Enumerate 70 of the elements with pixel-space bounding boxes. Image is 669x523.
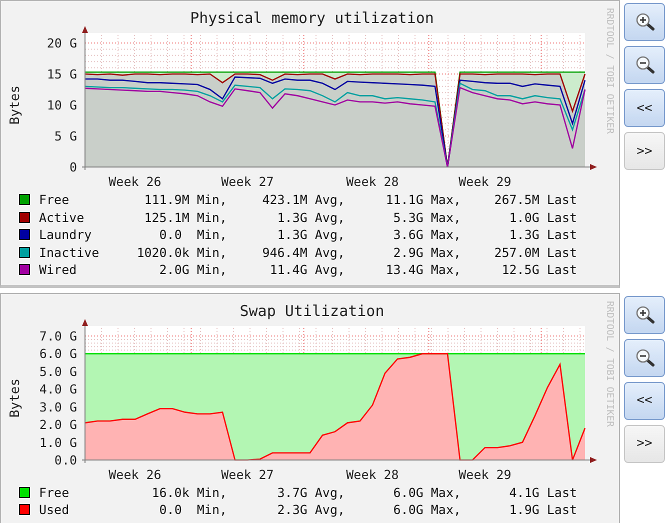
legend-avg: 2.3G Avg,: [276, 502, 345, 518]
legend-max: 6.0G Max,: [392, 502, 461, 518]
zoom-in-button[interactable]: [624, 3, 665, 41]
y-tick-label: 6.0 G: [39, 346, 77, 361]
chart-title: Swap Utilization: [240, 302, 384, 320]
legend-min: 0.0 Min,: [158, 502, 227, 518]
x-tick-label: Week 26: [108, 174, 162, 189]
x-tick-label: Week 26: [108, 466, 162, 482]
legend-avg: 1.3G Avg,: [276, 227, 345, 242]
legend-label: Free: [38, 484, 70, 500]
legend-min: 1020.0k Min,: [136, 244, 227, 260]
zoom-out-button[interactable]: [624, 46, 665, 84]
zoom-in-icon: [634, 12, 654, 32]
legend-last: 257.0M Last: [493, 244, 577, 260]
legend-last: 1.3G Last: [508, 227, 577, 242]
y-axis-title: Bytes: [8, 85, 23, 125]
legend-avg: 1.3G Avg,: [276, 210, 345, 225]
legend-avg: 946.4M Avg,: [261, 244, 345, 260]
x-tick-label: Week 27: [221, 174, 274, 189]
legend-last: 1.9G Last: [508, 502, 577, 518]
legend-max: 13.4G Max,: [384, 262, 461, 278]
zoom-out-icon: [634, 348, 654, 368]
zoom-in-icon: [634, 304, 654, 324]
y-tick-label: 4.0 G: [39, 381, 77, 396]
legend-max: 2.9G Max,: [392, 244, 461, 260]
y-tick-label: 7.0 G: [39, 328, 77, 343]
legend-max: 6.0G Max,: [392, 484, 461, 500]
legend-label: Wired: [38, 262, 78, 278]
x-tick-label: Week 28: [346, 174, 399, 189]
legend-min: 2.0G Min,: [158, 262, 227, 278]
zoom-out-button[interactable]: [624, 338, 665, 376]
y-tick-label: 20 G: [46, 36, 77, 50]
legend-last: 12.5G Last: [500, 262, 577, 278]
y-tick-label: 5 G: [54, 128, 77, 144]
legend-avg: 3.7G Avg,: [276, 484, 345, 500]
zoom-out-icon: [634, 55, 654, 75]
legend-label: Used: [38, 502, 70, 518]
y-axis-title: Bytes: [8, 378, 23, 418]
legend-avg: 423.1M Avg,: [261, 192, 345, 208]
y-tick-label: 5.0 G: [39, 363, 77, 378]
y-tick-label: 1.0 G: [39, 434, 77, 450]
navigation-button[interactable]: <<: [624, 382, 665, 420]
zoom-in-button[interactable]: [624, 296, 665, 334]
y-tick-label: 15 G: [46, 66, 77, 82]
y-tick-label: 3.0 G: [39, 398, 77, 414]
legend-label: Active: [38, 210, 86, 225]
navigation-button[interactable]: <<: [624, 89, 665, 127]
legend-min: 16.0k Min,: [150, 484, 227, 500]
legend-min: 111.9M Min,: [143, 192, 227, 208]
y-tick-label: 10 G: [46, 98, 77, 112]
legend-max: 3.6G Max,: [392, 227, 461, 242]
x-tick-label: Week 27: [221, 466, 274, 482]
legend-label: Laundry: [38, 227, 93, 242]
legend-max: 11.1G Max,: [384, 192, 461, 208]
x-tick-label: Week 28: [346, 466, 399, 482]
y-tick-label: 0: [69, 160, 77, 174]
legend-max: 5.3G Max,: [392, 210, 461, 225]
x-tick-label: Week 29: [458, 466, 512, 482]
chart-title: Physical memory utilization: [190, 9, 434, 27]
x-tick-label: Week 29: [458, 174, 512, 189]
legend-label: Free: [38, 192, 70, 208]
legend-min: 125.1M Min,: [143, 210, 227, 225]
legend-min: 0.0 Min,: [158, 227, 227, 242]
legend-avg: 11.4G Avg,: [268, 262, 345, 278]
legend-last: 1.0G Last: [508, 210, 577, 225]
y-tick-label: 0.0: [54, 452, 77, 467]
legend-last: 267.5M Last: [493, 192, 577, 208]
y-tick-label: 2.0 G: [39, 416, 77, 432]
legend-last: 4.1G Last: [508, 484, 577, 500]
legend-label: Inactive: [38, 244, 100, 260]
